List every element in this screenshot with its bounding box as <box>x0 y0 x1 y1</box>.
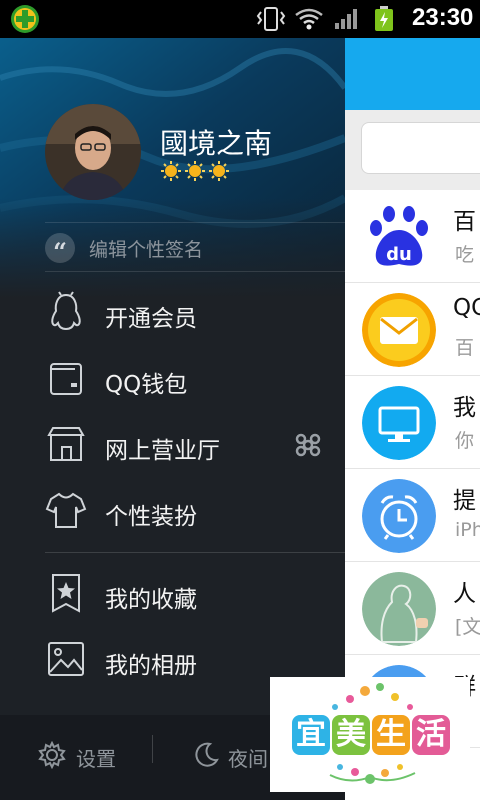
computer-icon <box>362 386 436 460</box>
china-unicom-icon <box>295 433 321 457</box>
sun-icon <box>185 161 205 181</box>
wifi-icon <box>295 8 323 30</box>
quote-icon: “ <box>45 233 75 266</box>
conversation-preview: [文 <box>455 616 480 638</box>
watermark-char: 活 <box>412 715 450 755</box>
conversation-title: QC <box>453 295 480 321</box>
profile-name: 國境之南 <box>160 127 273 160</box>
mail-icon <box>362 293 436 367</box>
watermark-char: 宜 <box>292 715 330 755</box>
conversation-preview: iPh <box>455 519 480 541</box>
menu-item-favorites[interactable]: 我的收藏 <box>45 562 345 628</box>
status-bar: 23:30 <box>0 0 480 38</box>
menu-label: QQ钱包 <box>105 372 188 398</box>
conversation-title: 我 <box>453 395 476 421</box>
list-item[interactable]: 提 iPh <box>345 469 480 562</box>
clock: 23:30 <box>412 4 474 31</box>
menu-item-membership[interactable]: 开通会员 <box>45 281 345 347</box>
svg-text:du: du <box>386 244 412 265</box>
blackboard-icon <box>362 572 436 646</box>
conversation-title: 人 <box>453 581 476 607</box>
sun-icon <box>161 161 181 181</box>
vibrate-icon <box>256 7 286 31</box>
conversation-preview: 百 <box>455 337 475 359</box>
search-input[interactable] <box>361 122 480 174</box>
bookmark-star-icon <box>52 574 80 613</box>
signature-placeholder: 编辑个性签名 <box>89 239 204 261</box>
store-icon <box>47 427 85 461</box>
signature-row[interactable]: “ 编辑个性签名 <box>45 222 345 272</box>
tshirt-icon <box>45 492 87 528</box>
conversation-title: 百 <box>453 209 476 235</box>
menu-label: 网上营业厅 <box>105 438 220 464</box>
menu-label: 我的相册 <box>105 653 197 679</box>
menu-item-personalize[interactable]: 个性装扮 <box>45 479 345 545</box>
menu-item-online-hall[interactable]: 网上营业厅 <box>45 413 345 479</box>
signal-icon <box>335 9 357 29</box>
list-item[interactable]: du 百 吃 <box>345 190 480 283</box>
watermark-text: 宜美生活 <box>292 715 452 759</box>
menu-label: 个性装扮 <box>105 504 197 530</box>
sun-icon <box>209 161 229 181</box>
360-security-icon <box>11 5 39 33</box>
battery-charging-icon <box>375 6 393 31</box>
conversation-preview: 你 <box>455 430 475 452</box>
wallet-icon <box>50 363 82 395</box>
watermark-char: 生 <box>372 715 410 755</box>
divider <box>45 552 345 553</box>
watermark-char: 美 <box>332 715 370 755</box>
penguin-icon <box>51 291 81 331</box>
footer-separator <box>152 735 153 763</box>
list-item[interactable]: 我 你 <box>345 376 480 469</box>
menu-label: 开通会员 <box>105 306 197 332</box>
list-item[interactable]: 人 [文 <box>345 562 480 655</box>
menu-label: 我的收藏 <box>105 587 197 613</box>
settings-label: 设置 <box>76 747 116 771</box>
list-item[interactable]: QC 百 <box>345 283 480 376</box>
main-header <box>345 38 480 110</box>
avatar[interactable] <box>45 104 141 200</box>
level-badges <box>160 160 232 186</box>
alarm-clock-icon <box>362 479 436 553</box>
photo-album-icon <box>48 642 84 676</box>
baidu-icon: du <box>362 200 436 274</box>
watermark: 宜美生活 <box>270 677 470 792</box>
conversation-title: 提 <box>453 488 476 514</box>
gear-icon <box>38 741 66 769</box>
night-mode-label: 夜间 <box>228 747 268 771</box>
menu-item-wallet[interactable]: QQ钱包 <box>45 347 345 413</box>
moon-icon <box>195 742 219 767</box>
settings-button[interactable]: 设置 <box>38 733 148 777</box>
conversation-preview: 吃 <box>455 244 475 266</box>
